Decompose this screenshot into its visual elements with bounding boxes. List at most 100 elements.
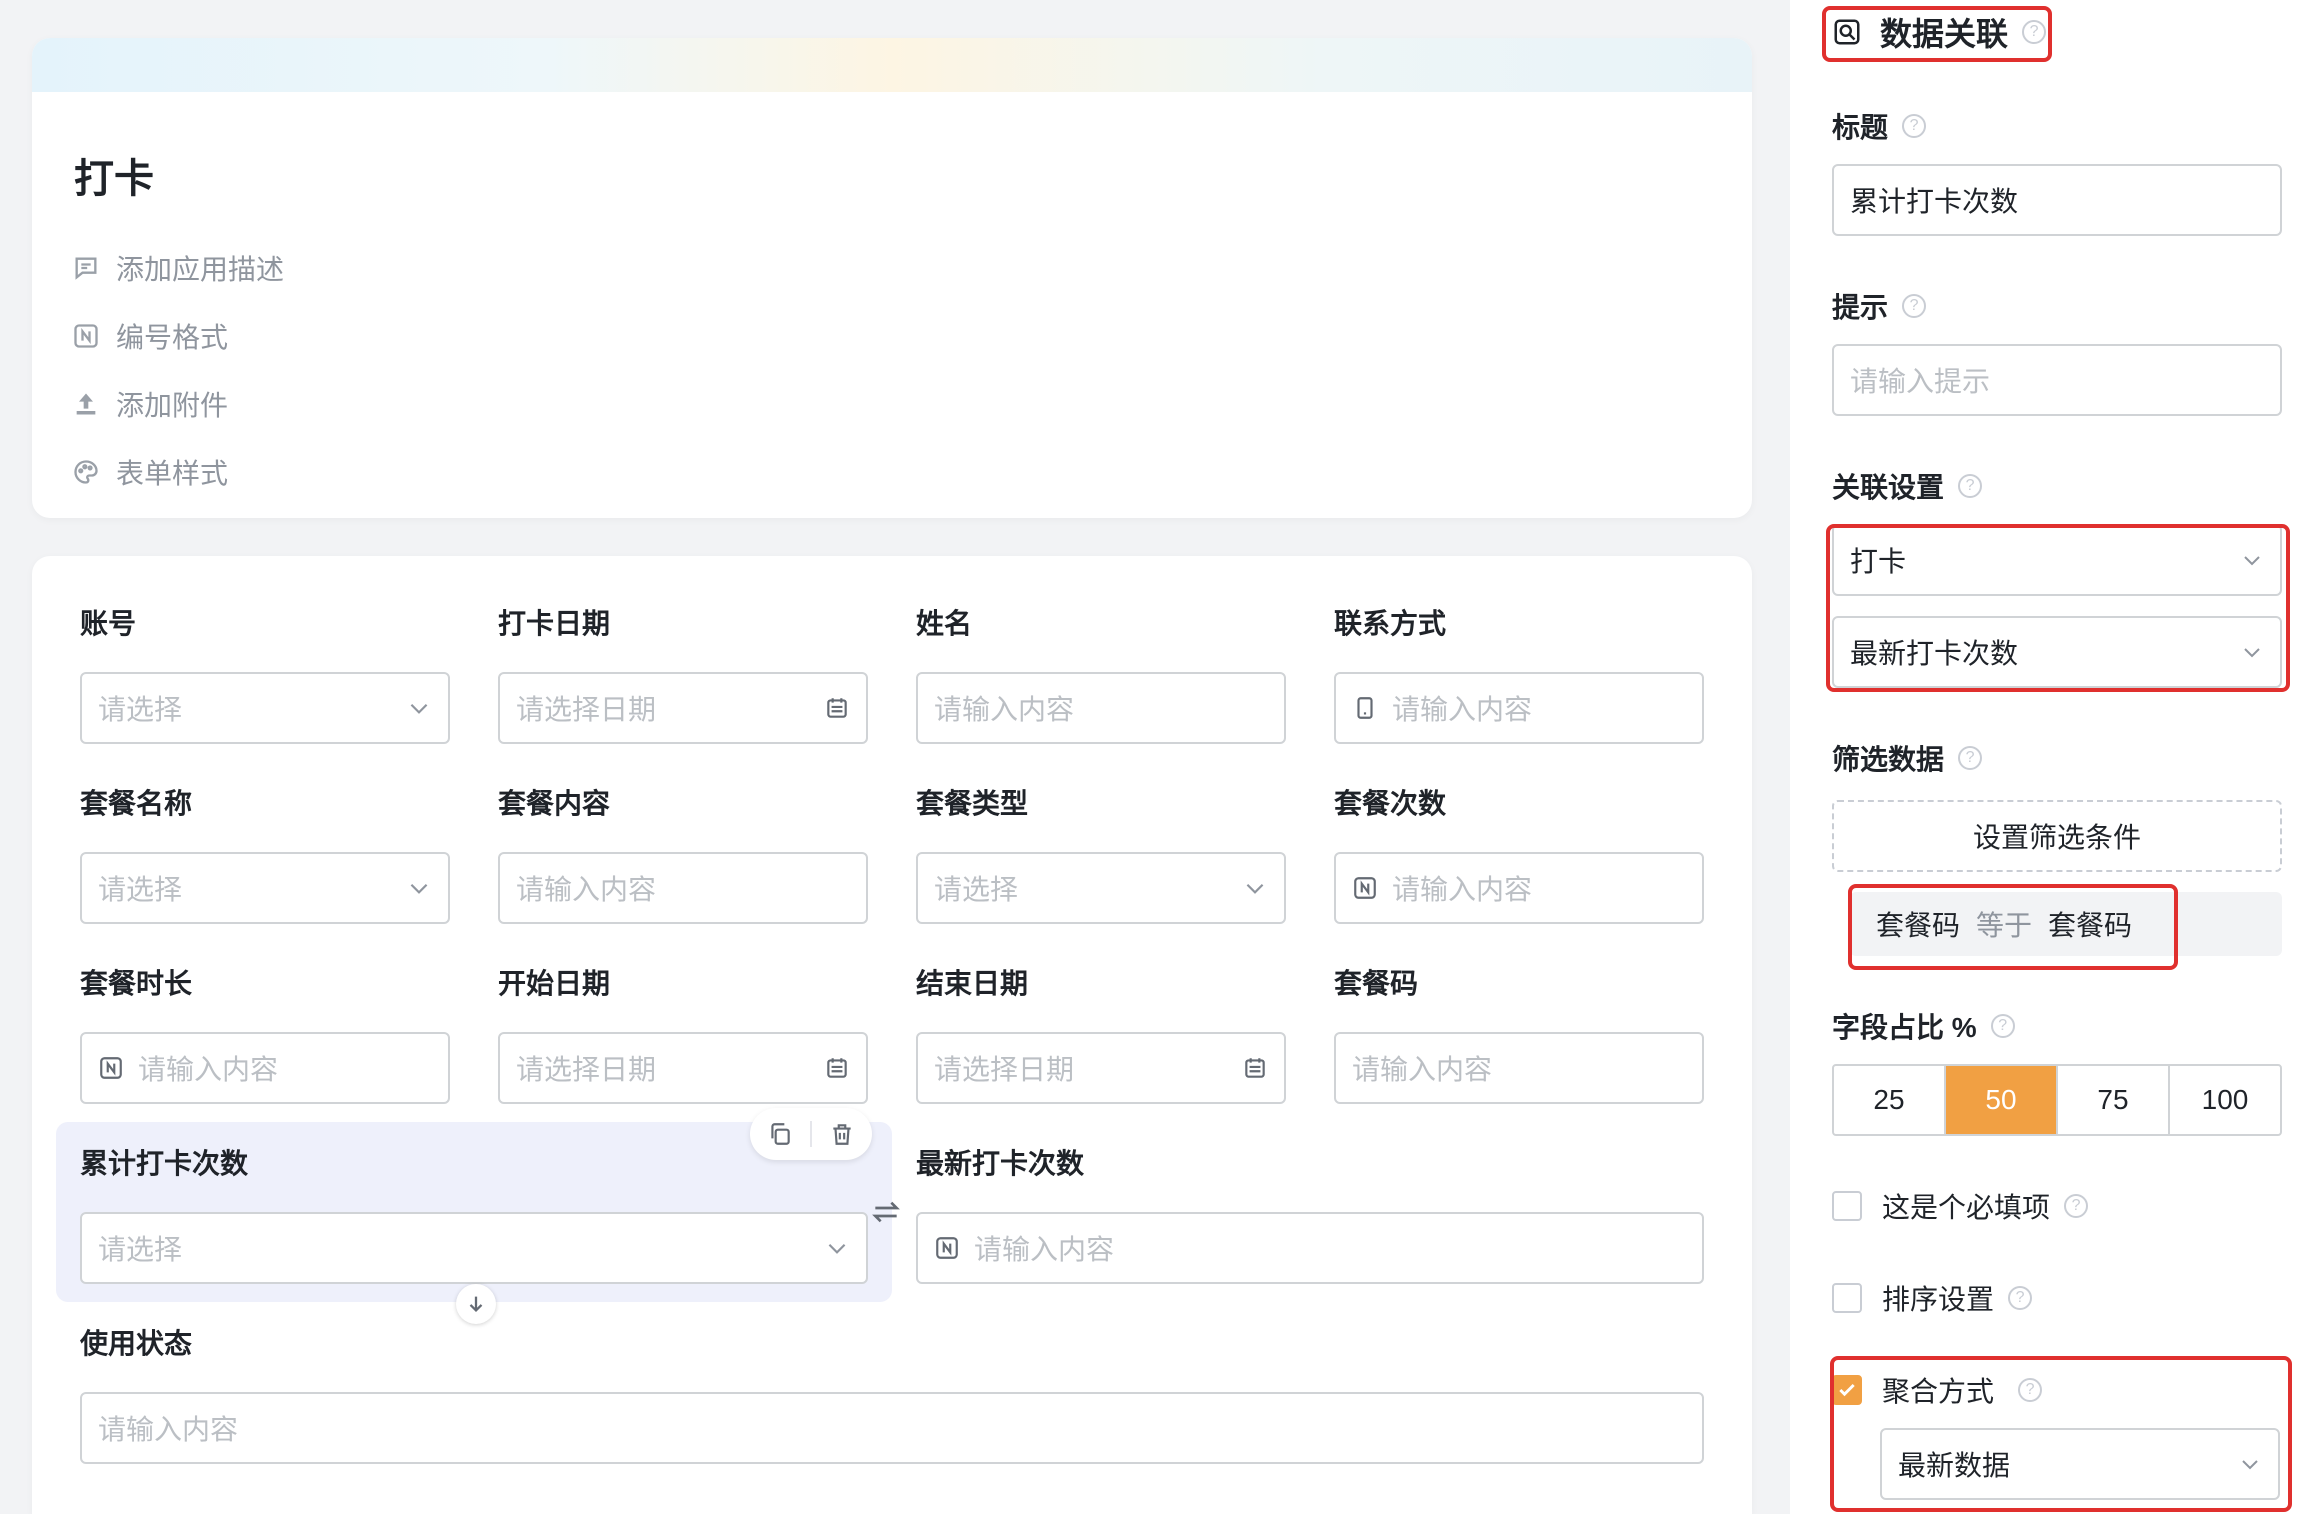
hint-input[interactable]: 请输入提示 bbox=[1832, 344, 2282, 416]
width-option-75[interactable]: 75 bbox=[2058, 1066, 2170, 1134]
meta-label: 添加附件 bbox=[116, 390, 229, 421]
panel-title-text: 数据关联 bbox=[1880, 16, 2009, 52]
calendar-icon bbox=[827, 698, 847, 718]
aggregate-option[interactable]: 聚合方式 ? bbox=[1832, 1370, 2043, 1410]
chevron-down-icon bbox=[828, 1243, 846, 1254]
field-package-content[interactable]: 套餐内容 请输入内容 bbox=[498, 784, 868, 924]
field-package-duration[interactable]: 套餐时长 请输入内容 bbox=[80, 964, 450, 1104]
filter-label: 筛选数据 ? bbox=[1832, 738, 1983, 778]
field-total-checkins[interactable]: 累计打卡次数 请选择 bbox=[80, 1144, 868, 1284]
property-panel: 数据关联 ? 标题 ? 累计打卡次数 提示 ? 请输入提示 关联设置 ? 打卡 … bbox=[1790, 0, 2300, 1514]
field-checkin-date[interactable]: 打卡日期 请选择日期 bbox=[498, 604, 868, 744]
placeholder: 请选择 bbox=[934, 874, 1019, 905]
total-checkins-select[interactable]: 请选择 bbox=[80, 1212, 868, 1284]
meta-label: 表单样式 bbox=[116, 458, 229, 489]
field-contact[interactable]: 联系方式 请输入内容 bbox=[1334, 604, 1704, 744]
package-type-select[interactable]: 请选择 bbox=[916, 852, 1286, 924]
calendar-icon bbox=[827, 1058, 847, 1078]
field-name[interactable]: 姓名 请输入内容 bbox=[916, 604, 1286, 744]
end-date-picker[interactable]: 请选择日期 bbox=[916, 1032, 1286, 1104]
relation-label: 关联设置 ? bbox=[1832, 466, 1983, 506]
help-icon[interactable]: ? bbox=[1990, 1014, 2015, 1038]
checkin-date-picker[interactable]: 请选择日期 bbox=[498, 672, 868, 744]
field-package-code[interactable]: 套餐码 请输入内容 bbox=[1334, 964, 1704, 1104]
account-select[interactable]: 请选择 bbox=[80, 672, 450, 744]
help-icon[interactable]: ? bbox=[1958, 474, 1983, 498]
help-icon[interactable]: ? bbox=[2022, 20, 2047, 44]
field-start-date[interactable]: 开始日期 请选择日期 bbox=[498, 964, 868, 1104]
package-count-input[interactable]: 请输入内容 bbox=[1334, 852, 1704, 924]
move-down-handle[interactable] bbox=[456, 1284, 496, 1324]
title-input[interactable]: 累计打卡次数 bbox=[1832, 164, 2282, 236]
field-label: 套餐时长 bbox=[80, 968, 193, 999]
package-content-input[interactable]: 请输入内容 bbox=[498, 852, 868, 924]
help-icon[interactable]: ? bbox=[2018, 1378, 2043, 1402]
package-duration-input[interactable]: 请输入内容 bbox=[80, 1032, 450, 1104]
copy-icon[interactable] bbox=[767, 1121, 793, 1147]
field-package-count[interactable]: 套餐次数 请输入内容 bbox=[1334, 784, 1704, 924]
add-description-link[interactable]: 添加应用描述 bbox=[72, 234, 284, 302]
placeholder: 请输入内容 bbox=[934, 694, 1075, 725]
field-usage-status[interactable]: 使用状态 请输入内容 bbox=[80, 1324, 1704, 1464]
required-option[interactable]: 这是个必填项 ? bbox=[1832, 1186, 2089, 1226]
field-account[interactable]: 账号 请选择 bbox=[80, 604, 450, 744]
relation-field-value: 最新打卡次数 bbox=[1850, 638, 2019, 669]
name-input[interactable]: 请输入内容 bbox=[916, 672, 1286, 744]
sort-checkbox[interactable] bbox=[1832, 1283, 1862, 1313]
help-icon[interactable]: ? bbox=[1902, 114, 1927, 138]
package-code-input[interactable]: 请输入内容 bbox=[1334, 1032, 1704, 1104]
number-icon bbox=[1354, 877, 1376, 899]
width-option-50[interactable]: 50 bbox=[1946, 1066, 2058, 1134]
field-label: 使用状态 bbox=[80, 1328, 193, 1359]
condition-right: 套餐码 bbox=[2048, 910, 2133, 941]
relation-form-value: 打卡 bbox=[1850, 546, 1907, 577]
placeholder: 请输入内容 bbox=[1392, 694, 1533, 725]
swap-icon[interactable] bbox=[870, 1196, 902, 1228]
start-date-picker[interactable]: 请选择日期 bbox=[498, 1032, 868, 1104]
width-option-100[interactable]: 100 bbox=[2170, 1066, 2280, 1134]
toolbar-divider bbox=[809, 1121, 812, 1147]
field-package-type[interactable]: 套餐类型 请选择 bbox=[916, 784, 1286, 924]
palette-icon bbox=[74, 460, 98, 484]
add-attachment-link[interactable]: 添加附件 bbox=[72, 370, 284, 438]
field-label: 套餐次数 bbox=[1334, 788, 1447, 819]
field-latest-checkins[interactable]: 最新打卡次数 请输入内容 bbox=[916, 1144, 1704, 1284]
field-package-name[interactable]: 套餐名称 请选择 bbox=[80, 784, 450, 924]
field-label: 账号 bbox=[80, 608, 137, 639]
form-header-card: 打卡 添加应用描述 编号格式 添加附件 表单样式 bbox=[32, 38, 1752, 518]
width-option-25[interactable]: 25 bbox=[1834, 1066, 1946, 1134]
help-icon[interactable]: ? bbox=[1958, 746, 1983, 770]
relation-field-select[interactable]: 最新打卡次数 bbox=[1832, 616, 2282, 688]
meta-label: 添加应用描述 bbox=[116, 254, 285, 285]
aggregate-checkbox[interactable] bbox=[1832, 1375, 1862, 1405]
relation-form-select[interactable]: 打卡 bbox=[1832, 524, 2282, 596]
latest-checkins-input[interactable]: 请输入内容 bbox=[916, 1212, 1704, 1284]
required-checkbox[interactable] bbox=[1832, 1191, 1862, 1221]
phone-icon bbox=[1357, 697, 1373, 719]
form-style-link[interactable]: 表单样式 bbox=[72, 438, 284, 506]
trash-icon[interactable] bbox=[829, 1121, 855, 1147]
calendar-icon bbox=[1245, 1058, 1265, 1078]
chevron-down-icon bbox=[2244, 556, 2260, 566]
condition-operator: 等于 bbox=[1976, 910, 2033, 941]
field-end-date[interactable]: 结束日期 请选择日期 bbox=[916, 964, 1286, 1104]
help-icon[interactable]: ? bbox=[2008, 1286, 2033, 1310]
sort-option[interactable]: 排序设置 ? bbox=[1832, 1278, 2033, 1318]
aggregate-select[interactable]: 最新数据 bbox=[1880, 1428, 2280, 1500]
placeholder: 请选择 bbox=[98, 874, 183, 905]
placeholder: 请选择日期 bbox=[934, 1054, 1075, 1085]
required-label: 这是个必填项 bbox=[1882, 1192, 2051, 1223]
form-meta-list: 添加应用描述 编号格式 添加附件 表单样式 bbox=[72, 234, 284, 506]
usage-status-input[interactable]: 请输入内容 bbox=[80, 1392, 1704, 1464]
help-icon[interactable]: ? bbox=[1902, 294, 1927, 318]
contact-input[interactable]: 请输入内容 bbox=[1334, 672, 1704, 744]
form-title[interactable]: 打卡 bbox=[74, 146, 154, 204]
field-label: 累计打卡次数 bbox=[80, 1148, 249, 1179]
field-label: 联系方式 bbox=[1334, 608, 1447, 639]
filter-condition-row[interactable]: 套餐码 等于 套餐码 bbox=[1850, 892, 2282, 956]
help-icon[interactable]: ? bbox=[2064, 1194, 2089, 1218]
placeholder: 请输入内容 bbox=[1352, 1054, 1493, 1085]
package-name-select[interactable]: 请选择 bbox=[80, 852, 450, 924]
numbering-format-link[interactable]: 编号格式 bbox=[72, 302, 284, 370]
set-filter-button[interactable]: 设置筛选条件 bbox=[1832, 800, 2282, 872]
